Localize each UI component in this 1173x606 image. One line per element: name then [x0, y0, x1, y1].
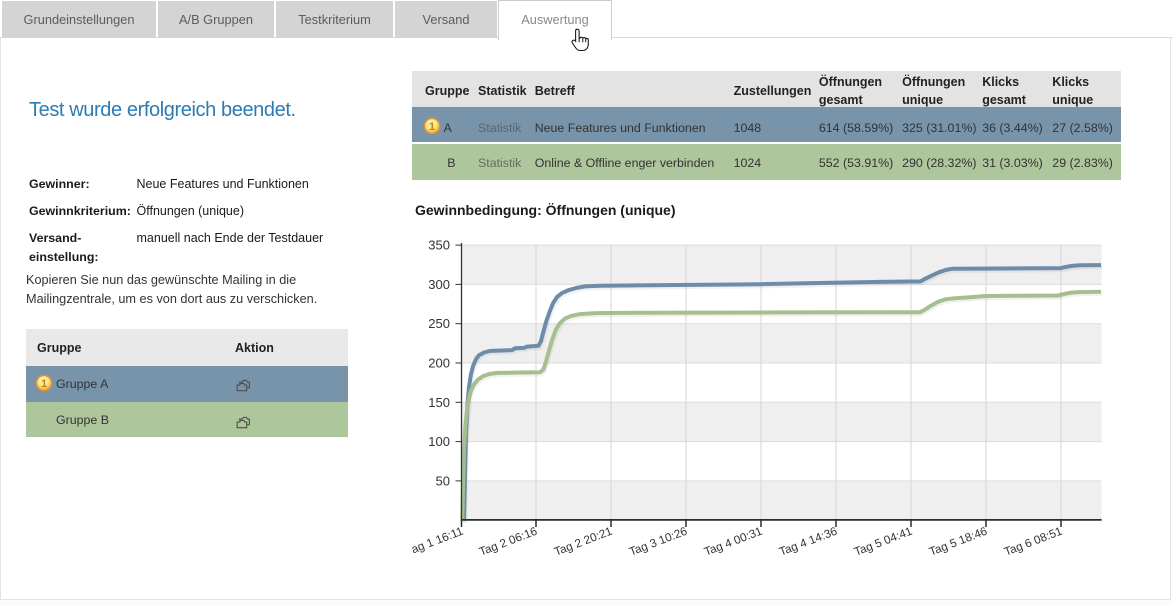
- svg-text:50: 50: [436, 473, 450, 488]
- svg-text:350: 350: [428, 238, 450, 253]
- svg-text:1: 1: [429, 121, 435, 133]
- svg-text:100: 100: [428, 434, 450, 449]
- svg-text:Tag 6 08:51: Tag 6 08:51: [1002, 525, 1064, 559]
- svg-text:Tag 4 14:36: Tag 4 14:36: [777, 525, 839, 559]
- svg-text:150: 150: [428, 395, 450, 410]
- svg-text:Tag 1 16:11: Tag 1 16:11: [412, 525, 465, 559]
- svg-text:Tag 2 06:16: Tag 2 06:16: [477, 525, 539, 559]
- svg-text:Tag 4 00:31: Tag 4 00:31: [702, 525, 764, 559]
- svg-text:Tag 5 04:41: Tag 5 04:41: [852, 525, 914, 559]
- svg-text:200: 200: [428, 356, 450, 371]
- svg-text:Tag 2 20:21: Tag 2 20:21: [552, 525, 614, 559]
- svg-text:1: 1: [41, 378, 47, 390]
- svg-text:Tag 3 10:26: Tag 3 10:26: [627, 525, 689, 559]
- svg-text:300: 300: [428, 277, 450, 292]
- svg-text:250: 250: [428, 316, 450, 331]
- svg-text:Tag 5 18:46: Tag 5 18:46: [927, 525, 989, 559]
